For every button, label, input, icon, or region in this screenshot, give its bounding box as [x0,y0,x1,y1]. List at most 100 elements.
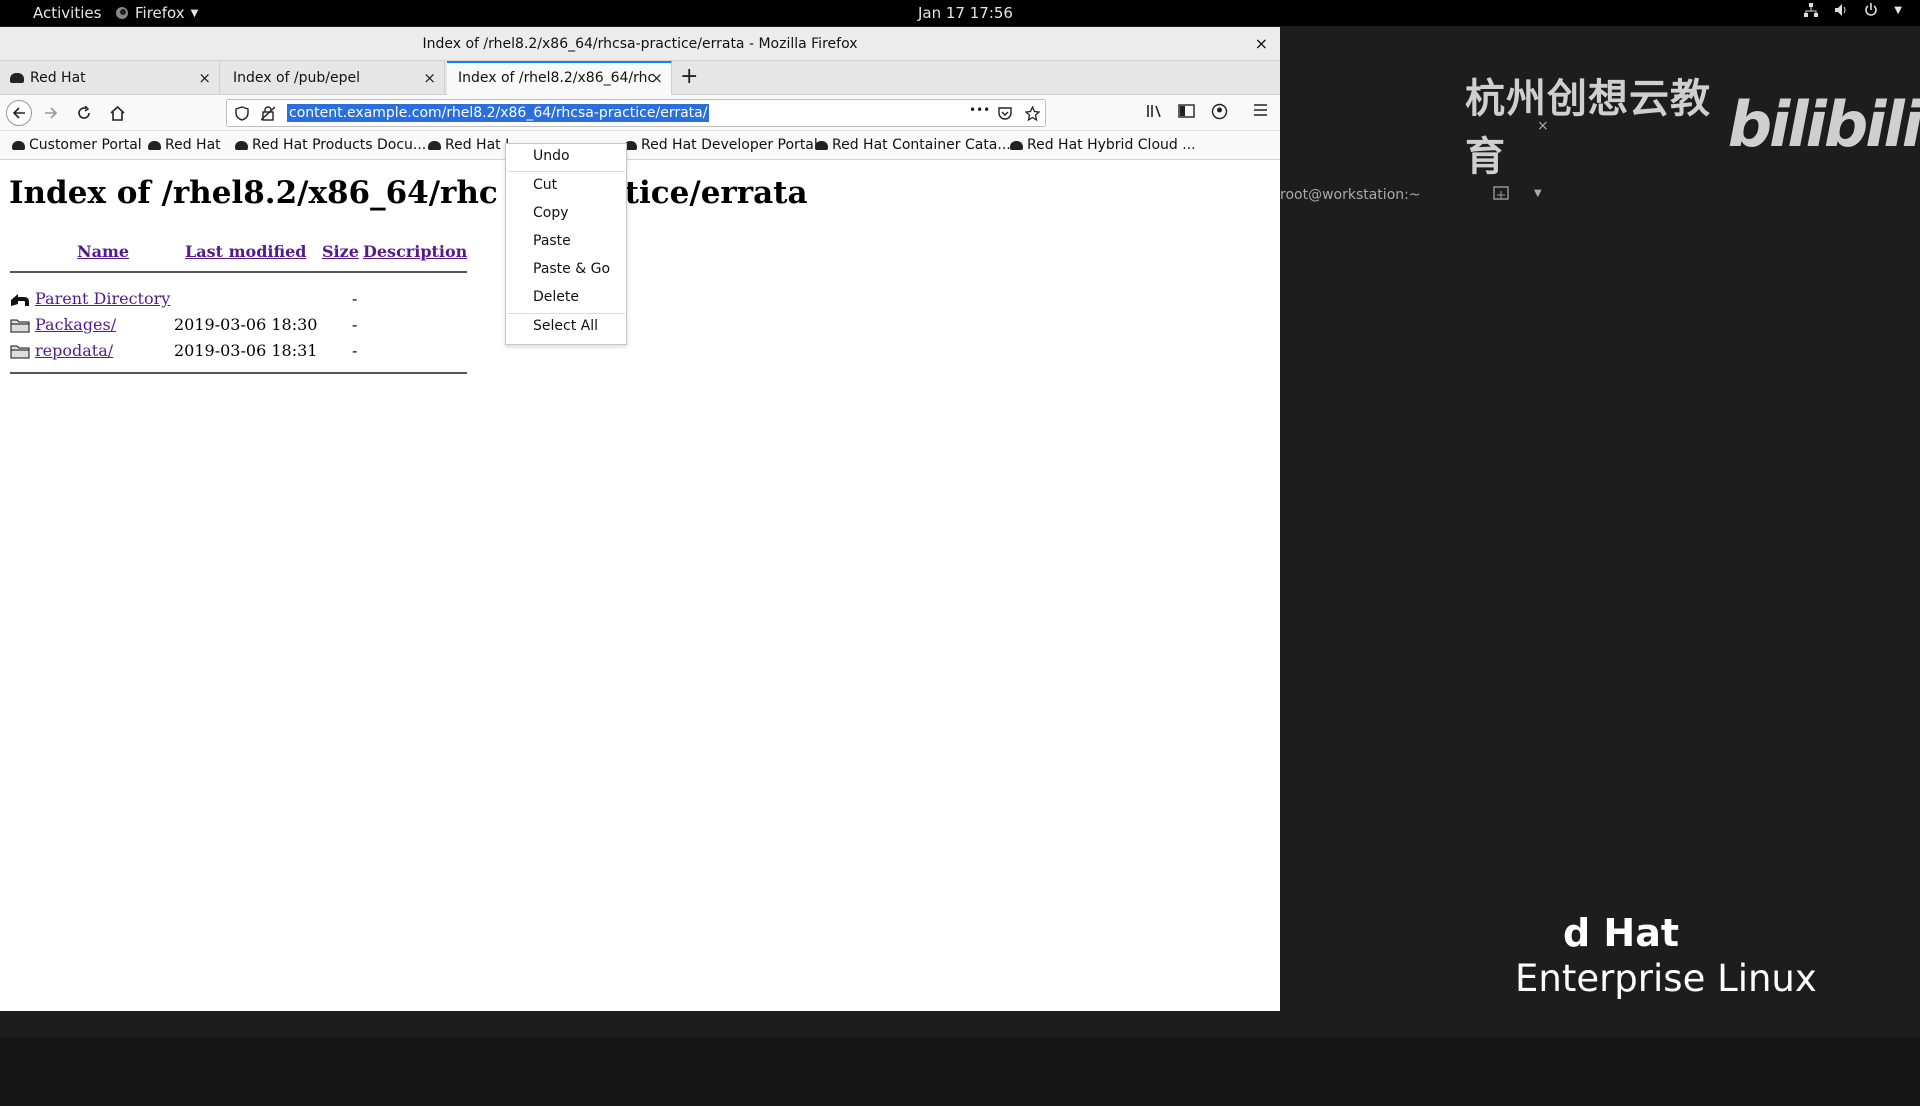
folder-icon [10,345,30,359]
tab-close-icon[interactable]: × [423,61,436,95]
pocket-icon[interactable] [997,106,1013,121]
menu-separator [507,171,625,172]
window-titlebar[interactable]: Index of /rhel8.2/x86_64/rhcsa-practice/… [0,27,1280,61]
bookmark-red-hat[interactable]: Red Hat [148,137,221,153]
tab-strip: Red Hat × Index of /pub/epel × Index of … [0,61,1280,95]
menu-item-select-all[interactable]: Select All [533,318,598,334]
tab-label: Red Hat [30,70,86,86]
bookmark-label: Red Hat Hybrid Cloud ... [1027,137,1196,153]
chevron-down-icon: ▼ [1894,4,1902,16]
red-hat-logo-line1: d Hat [1563,911,1680,955]
home-button[interactable] [104,100,130,126]
watermark-text: 杭州创想云教育 [1465,76,1711,180]
tab-label: Index of /pub/epel [233,70,361,86]
new-tab-button[interactable]: + [680,61,698,93]
bookmark-hybrid-cloud[interactable]: Red Hat Hybrid Cloud ... [1010,137,1196,153]
bookmark-label: Red Hat Container Cata... [832,137,1011,153]
reload-button[interactable] [71,100,97,126]
bookmark-label: Red Hat Products Docu... [252,137,427,153]
row-date: 2019-03-06 18:31 [174,341,318,360]
back-button[interactable] [6,100,32,126]
row-size: - [352,341,358,360]
menu-item-undo[interactable]: Undo [533,148,570,164]
network-icon [1804,3,1819,17]
hamburger-menu-icon[interactable] [1253,103,1268,117]
clock[interactable]: Jan 17 17:56 [918,4,1013,22]
parent-dir-icon [11,294,29,306]
system-menu[interactable]: ▼ [1804,3,1902,17]
insecure-lock-icon[interactable] [261,106,275,121]
bookmark-customer-portal[interactable]: Customer Portal [12,137,142,153]
menu-item-paste-and-go[interactable]: Paste & Go [533,261,610,277]
folder-icon [10,319,30,333]
row-size: - [352,289,358,308]
bookmark-red-hat-truncated[interactable]: Red Hat I [428,137,509,153]
red-hat-logo: d Hat Enterprise Linux [1515,911,1817,1000]
chevron-down-icon[interactable]: ▼ [1534,188,1542,199]
firefox-window: Index of /rhel8.2/x86_64/rhcsa-practice/… [0,27,1280,1011]
firefox-icon [116,7,128,19]
packages-link[interactable]: Packages/ [35,315,116,334]
volume-icon [1835,4,1846,16]
page-title-left: Index of /rhel8.2/x86_64/rhc [9,175,498,211]
table-divider-bottom [10,372,467,374]
page-title: Index of /rhel8.2/x86_64/rhc ctice/errata [9,175,808,211]
desktop-bottom-band [0,1037,1920,1106]
column-header-name[interactable]: Name [77,242,129,261]
bookmark-container-catalog[interactable]: Red Hat Container Cata... [815,137,1011,153]
tab-close-icon[interactable]: × [198,61,211,95]
url-bar[interactable]: content.example.com/rhel8.2/x86_64/rhcsa… [226,99,1046,127]
bookmark-label: Red Hat [165,137,221,153]
menu-item-paste[interactable]: Paste [533,233,571,249]
column-header-description[interactable]: Description [363,242,467,261]
tab-pub-epel[interactable]: Index of /pub/epel × [220,61,445,95]
bookmark-star-icon[interactable] [1025,106,1040,121]
tab-errata-active[interactable]: Index of /rhel8.2/x86_64/rhc × [447,61,672,95]
column-header-last-modified[interactable]: Last modified [185,242,306,261]
bookmark-developer-portal[interactable]: Red Hat Developer Portal [624,137,818,153]
video-watermark: 杭州创想云教育 bilibili [1465,66,1920,182]
repodata-link[interactable]: repodata/ [35,341,113,360]
menu-item-delete[interactable]: Delete [533,289,579,305]
redhat-favicon-icon [148,140,161,150]
gnome-top-bar: Activities Firefox ▼ Jan 17 17:56 ▼ [0,0,1920,26]
tracking-shield-icon[interactable] [235,106,249,121]
account-icon[interactable] [1211,103,1228,120]
tab-close-icon[interactable]: × [650,63,663,93]
bookmark-label: Customer Portal [29,137,142,153]
navigation-toolbar: content.example.com/rhel8.2/x86_64/rhcsa… [0,95,1280,131]
url-text-selected[interactable]: content.example.com/rhel8.2/x86_64/rhcsa… [287,104,710,122]
bookmarks-toolbar: Customer Portal Red Hat Red Hat Products… [0,131,1280,160]
row-date: 2019-03-06 18:30 [174,315,318,334]
bookmark-products-docs[interactable]: Red Hat Products Docu... [235,137,426,153]
url-context-menu: Undo Cut Copy Paste Paste & Go Delete Se… [505,143,627,345]
column-header-size[interactable]: Size [322,242,359,261]
activities-button[interactable]: Activities [33,4,101,22]
redhat-favicon-icon [235,140,248,150]
app-menu-label: Firefox [135,4,185,22]
tab-red-hat[interactable]: Red Hat × [0,61,220,95]
menu-item-cut[interactable]: Cut [533,177,557,193]
forward-button[interactable] [38,100,64,126]
forward-arrow-icon [45,107,58,119]
terminal-new-tab-icon[interactable] [1493,186,1509,200]
tab-label: Index of /rhel8.2/x86_64/rhc [458,70,656,86]
window-close-button[interactable]: × [1255,27,1268,61]
window-title: Index of /rhel8.2/x86_64/rhcsa-practice/… [422,36,858,52]
home-icon [109,105,125,121]
menu-item-copy[interactable]: Copy [533,205,569,221]
chevron-down-icon: ▼ [190,7,199,19]
page-title-right: ctice/errata [605,175,808,211]
sidebar-icon[interactable] [1178,103,1195,119]
library-icon[interactable] [1146,103,1164,119]
redhat-favicon-icon [815,140,828,150]
parent-directory-link[interactable]: Parent Directory [35,289,170,308]
page-actions-button[interactable]: ••• [969,103,990,117]
app-menu[interactable]: Firefox ▼ [115,4,198,22]
bookmark-label: Red Hat Developer Portal [641,137,818,153]
watermark-close-icon[interactable]: × [1537,118,1549,134]
bookmark-label: Red Hat I [445,137,510,153]
redhat-favicon-icon [1010,140,1023,150]
bilibili-logo: bilibili [1727,87,1920,161]
page-content: Index of /rhel8.2/x86_64/rhc ctice/errata… [0,171,1280,1011]
